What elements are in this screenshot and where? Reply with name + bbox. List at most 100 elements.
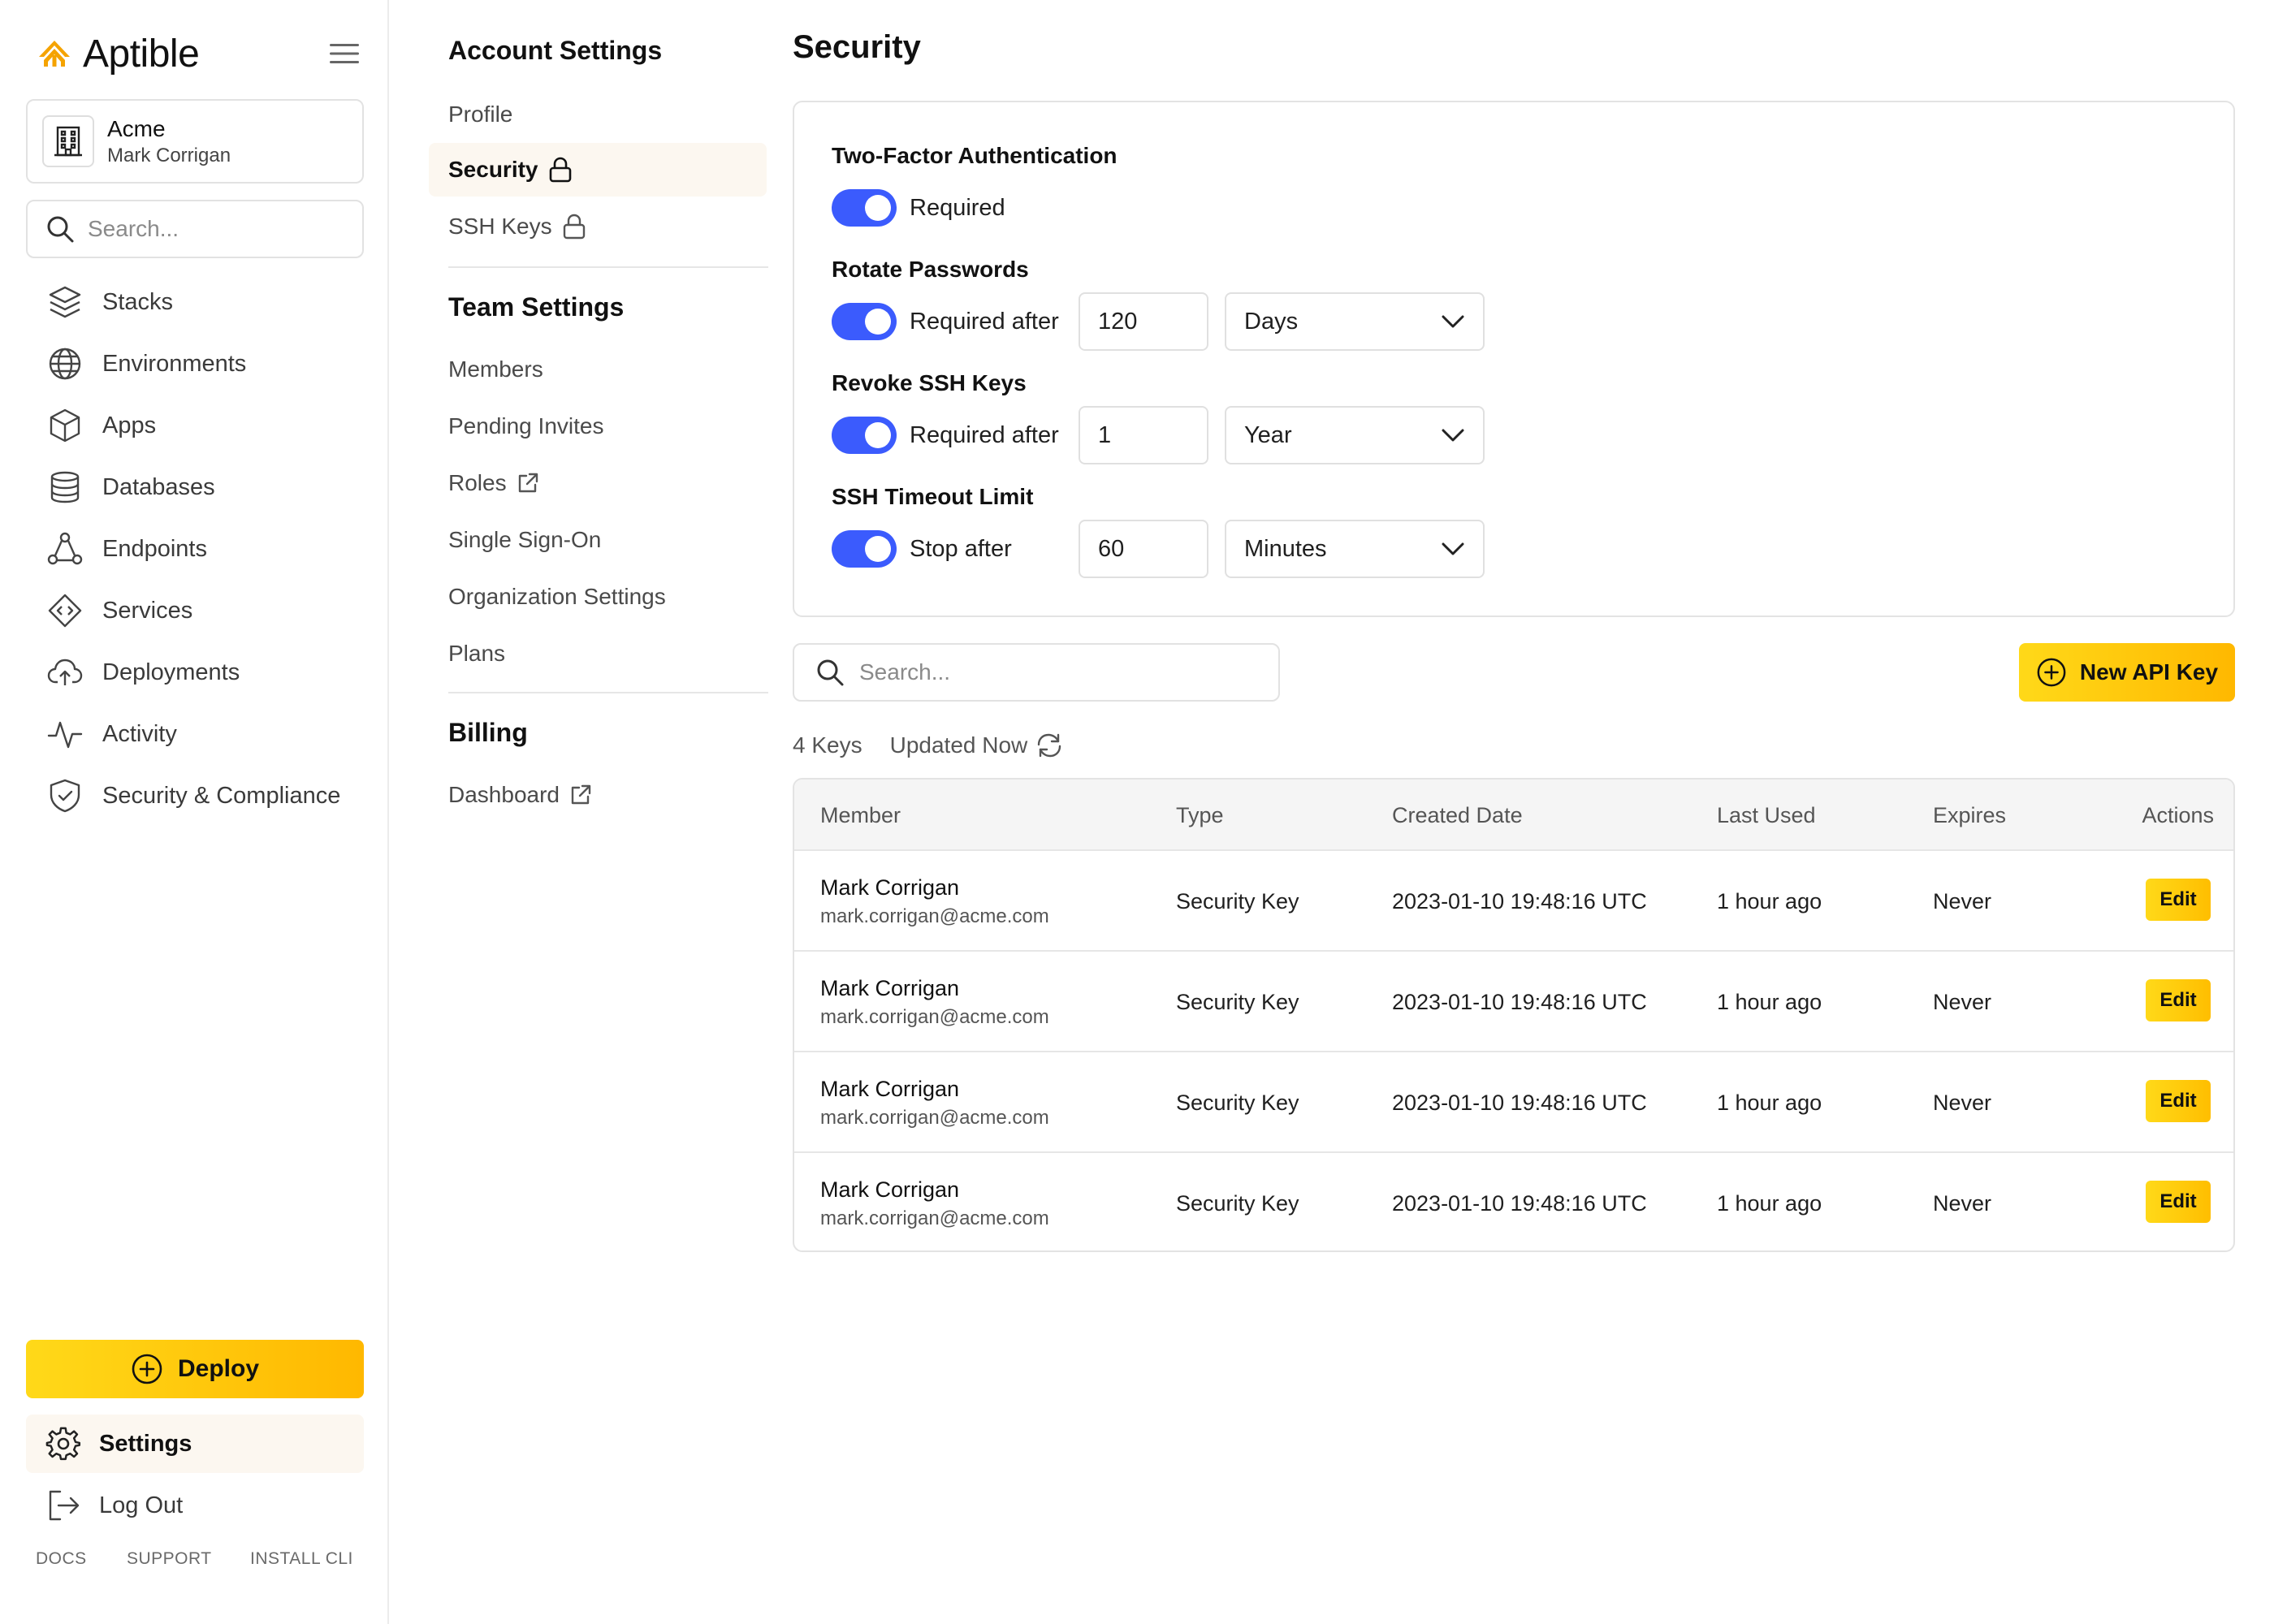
support-link[interactable]: SUPPORT <box>127 1549 250 1569</box>
nav-item-endpoints[interactable]: Endpoints <box>26 518 364 580</box>
table-row: Mark Corrigan mark.corrigan@acme.com Sec… <box>794 952 2233 1052</box>
member-cell: Mark Corrigan mark.corrigan@acme.com <box>820 1052 1049 1153</box>
nav-item-security-compliance[interactable]: Security & Compliance <box>26 765 364 827</box>
pulse-icon <box>45 715 84 754</box>
menu-toggle-icon[interactable] <box>326 41 362 67</box>
divider <box>448 692 768 693</box>
rotate-passwords-value-input[interactable] <box>1079 292 1208 351</box>
chevron-down-icon <box>1441 542 1465 556</box>
edit-button[interactable]: Edit <box>2146 1181 2211 1223</box>
ssh-timeout-row: Stop after Minutes <box>832 520 1485 578</box>
install-cli-link[interactable]: INSTALL CLI <box>250 1549 353 1569</box>
ssh-timeout-toggle[interactable] <box>832 530 897 568</box>
search-icon <box>45 214 75 244</box>
nav-item-deployments[interactable]: Deployments <box>26 641 364 703</box>
revoke-ssh-text: Required after <box>910 421 1059 448</box>
settings-item-members[interactable]: Members <box>429 343 767 396</box>
created-cell: 2023-01-10 19:48:16 UTC <box>1392 1190 1647 1216</box>
nav-item-activity[interactable]: Activity <box>26 703 364 765</box>
member-email: mark.corrigan@acme.com <box>820 1207 1049 1229</box>
security-policies-card: Two-Factor Authentication Required Rotat… <box>793 101 2235 617</box>
settings-item-dashboard[interactable]: Dashboard <box>429 768 767 822</box>
new-api-key-button[interactable]: New API Key <box>2019 643 2235 702</box>
sidebar-search-input[interactable] <box>88 216 348 242</box>
settings-item-ssh-keys[interactable]: SSH Keys <box>429 200 767 253</box>
cube-icon <box>45 406 84 445</box>
nav-label: Activity <box>102 720 177 747</box>
nav-item-environments[interactable]: Environments <box>26 333 364 395</box>
table-row: Mark Corrigan mark.corrigan@acme.com Sec… <box>794 1052 2233 1153</box>
footer-links: DOCS SUPPORT INSTALL CLI <box>36 1549 353 1569</box>
account-settings-heading: Account Settings <box>448 36 663 65</box>
settings-item-security[interactable]: Security <box>429 143 767 197</box>
network-icon <box>45 529 84 568</box>
new-api-key-label: New API Key <box>2079 659 2219 685</box>
edit-button[interactable]: Edit <box>2146 879 2211 921</box>
nav-item-stacks[interactable]: Stacks <box>26 271 364 333</box>
revoke-ssh-unit-select[interactable]: Year <box>1225 406 1485 464</box>
rotate-passwords-unit-select[interactable]: Days <box>1225 292 1485 351</box>
external-link-icon <box>517 472 539 495</box>
member-name: Mark Corrigan <box>820 1076 960 1101</box>
code-diamond-icon <box>45 591 84 630</box>
settings-item-pending-invites[interactable]: Pending Invites <box>429 400 767 453</box>
org-name: Acme <box>107 116 166 141</box>
member-email: mark.corrigan@acme.com <box>820 905 1049 927</box>
settings-item-label: Dashboard <box>448 782 560 807</box>
nav-item-databases[interactable]: Databases <box>26 456 364 518</box>
nav-item-settings[interactable]: Settings <box>26 1415 364 1473</box>
ssh-timeout-unit-select[interactable]: Minutes <box>1225 520 1485 578</box>
unit-value: Days <box>1244 308 1299 335</box>
ssh-timeout-label: SSH Timeout Limit <box>832 484 1034 509</box>
revoke-ssh-value-input[interactable] <box>1079 406 1208 464</box>
rotate-passwords-toggle[interactable] <box>832 303 897 340</box>
refresh-icon <box>1035 732 1063 759</box>
keys-search-input[interactable] <box>859 659 1265 685</box>
edit-button[interactable]: Edit <box>2146 979 2211 1021</box>
last-used-cell: 1 hour ago <box>1717 1090 1822 1115</box>
org-switcher[interactable]: Acme Mark Corrigan <box>26 99 364 184</box>
api-keys-table: Member Type Created Date Last Used Expir… <box>793 778 2235 1252</box>
settings-item-profile[interactable]: Profile <box>429 88 767 141</box>
table-header: Member Type Created Date Last Used Expir… <box>794 780 2233 851</box>
deploy-button[interactable]: Deploy <box>26 1340 364 1398</box>
expires-cell: Never <box>1933 1090 1992 1115</box>
two-factor-toggle[interactable] <box>832 189 897 227</box>
member-cell: Mark Corrigan mark.corrigan@acme.com <box>820 952 1049 1052</box>
brand[interactable]: Aptible <box>36 29 200 78</box>
refresh-control[interactable]: Updated Now <box>890 732 1064 759</box>
settings-item-label: Profile <box>448 102 513 127</box>
nav-label: Apps <box>102 412 157 438</box>
revoke-ssh-row: Required after Year <box>832 406 1485 464</box>
nav-item-apps[interactable]: Apps <box>26 395 364 456</box>
rotate-passwords-text: Required after <box>910 308 1059 335</box>
docs-link[interactable]: DOCS <box>36 1549 127 1569</box>
member-name: Mark Corrigan <box>820 975 960 1000</box>
revoke-ssh-toggle[interactable] <box>832 417 897 454</box>
member-name: Mark Corrigan <box>820 1177 960 1202</box>
rotate-passwords-label: Rotate Passwords <box>832 257 1029 282</box>
settings-item-organization[interactable]: Organization Settings <box>429 570 767 624</box>
settings-item-roles[interactable]: Roles <box>429 456 767 510</box>
settings-item-sso[interactable]: Single Sign-On <box>429 513 767 567</box>
cloud-upload-icon <box>45 653 84 692</box>
settings-item-label: Single Sign-On <box>448 527 602 552</box>
column-header-created: Created Date <box>1392 802 1523 827</box>
building-icon <box>42 115 94 167</box>
ssh-timeout-value-input[interactable] <box>1079 520 1208 578</box>
nav-label: Endpoints <box>102 535 207 562</box>
created-cell: 2023-01-10 19:48:16 UTC <box>1392 888 1647 914</box>
nav-item-services[interactable]: Services <box>26 580 364 641</box>
type-cell: Security Key <box>1176 1190 1299 1216</box>
divider <box>448 266 768 268</box>
org-info: Acme Mark Corrigan <box>107 114 231 168</box>
edit-button[interactable]: Edit <box>2146 1080 2211 1122</box>
plus-circle-icon <box>2036 657 2067 688</box>
lock-icon <box>562 214 586 240</box>
settings-item-plans[interactable]: Plans <box>429 627 767 680</box>
gear-icon <box>45 1426 81 1462</box>
member-email: mark.corrigan@acme.com <box>820 1005 1049 1028</box>
two-factor-label: Two-Factor Authentication <box>832 143 1118 168</box>
nav-item-logout[interactable]: Log Out <box>26 1476 364 1535</box>
sidebar-search <box>26 200 364 258</box>
